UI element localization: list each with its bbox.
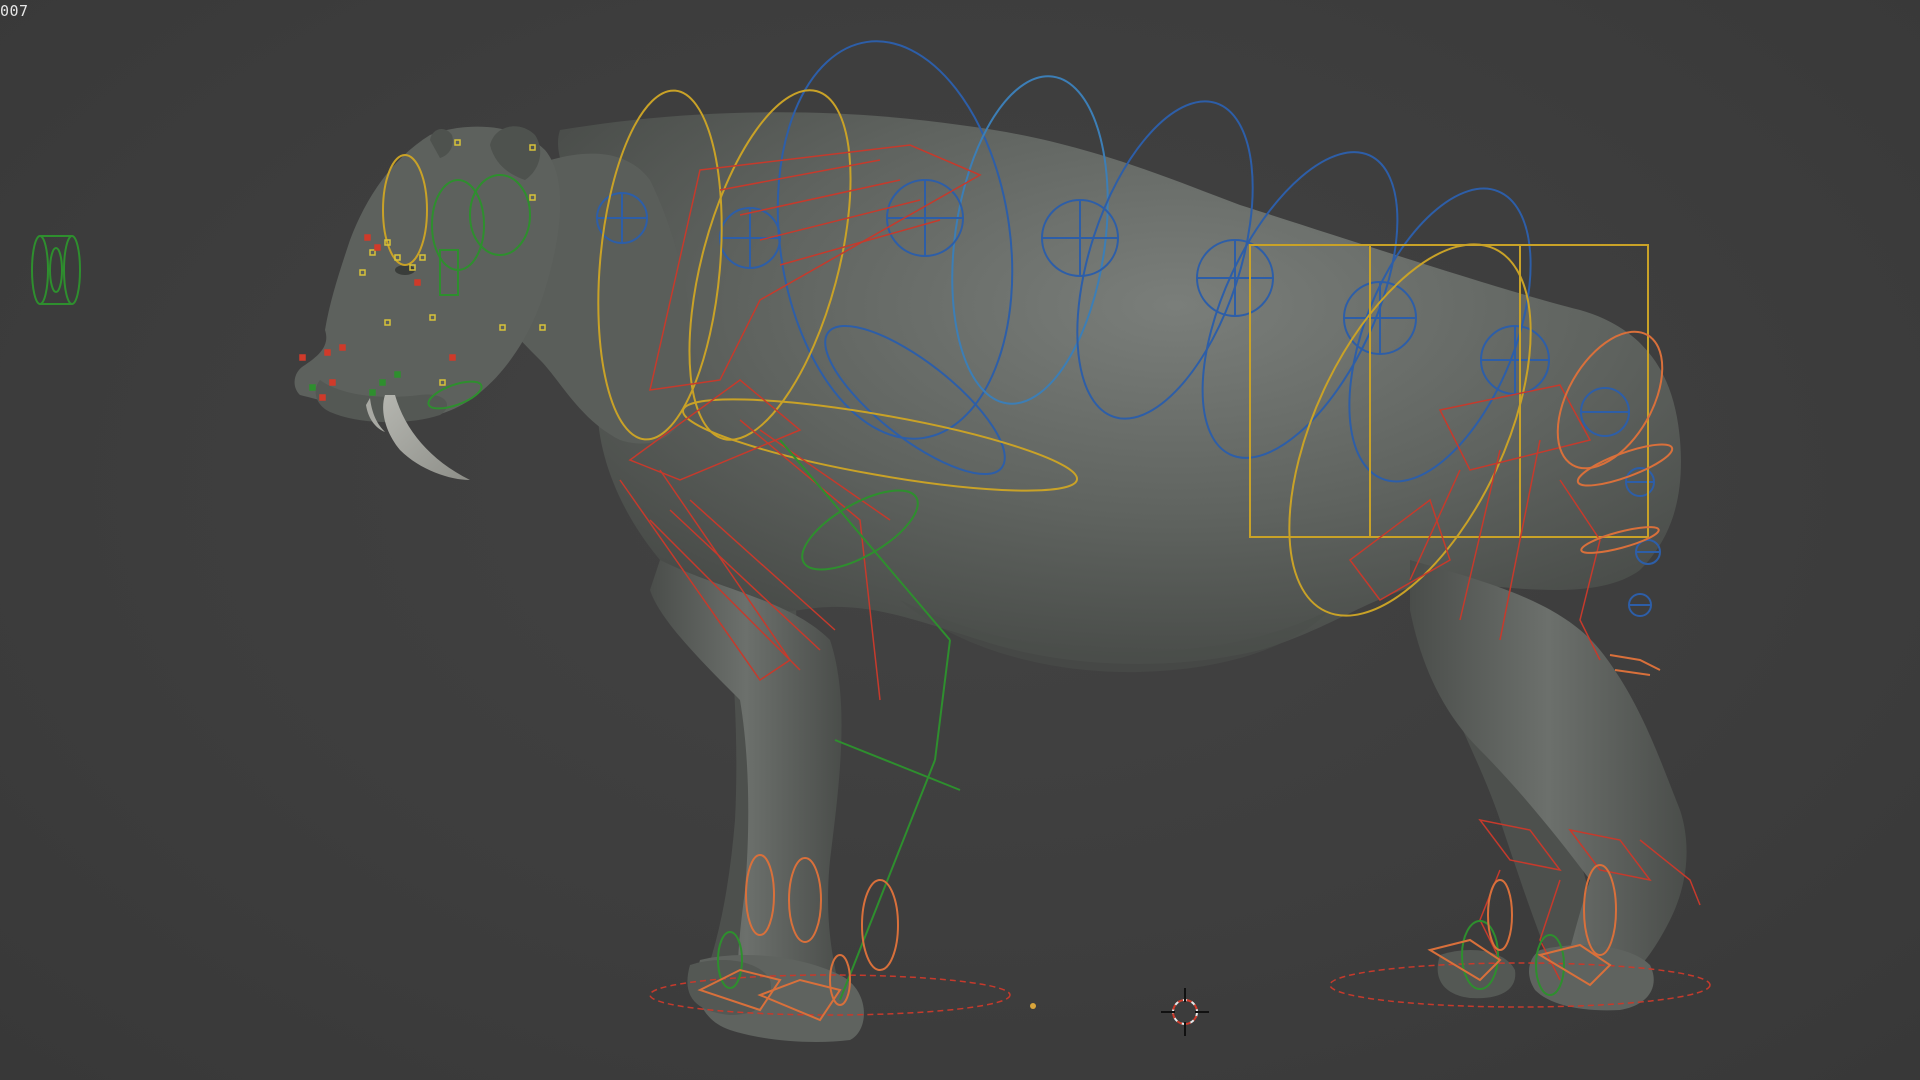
hind-far-paw	[1437, 950, 1516, 999]
crosshair-icon[interactable]	[1161, 988, 1209, 1036]
dot-icon[interactable]	[1030, 1003, 1036, 1009]
3d-viewport[interactable]: 007	[0, 0, 1920, 1080]
scene-canvas[interactable]	[0, 0, 1920, 1080]
creature-mesh[interactable]	[294, 112, 1687, 1042]
cylinder-control-icon[interactable]	[31, 235, 81, 305]
